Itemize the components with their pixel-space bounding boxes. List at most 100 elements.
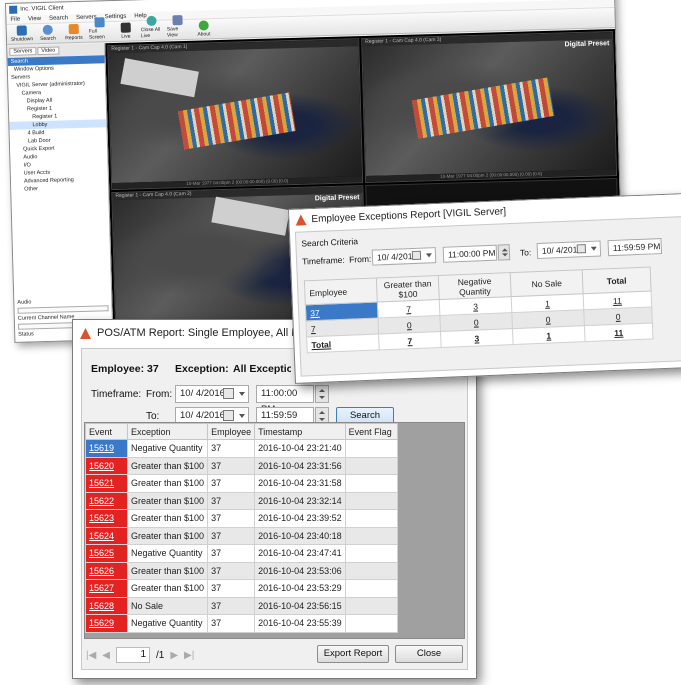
- audio-field[interactable]: [17, 305, 109, 314]
- event-id-link[interactable]: 15627: [85, 579, 128, 598]
- event-flag-cell[interactable]: [344, 526, 398, 545]
- calendar-icon[interactable]: [411, 250, 422, 261]
- camera-tile[interactable]: Register 1 - Cam Cap 4.0 (Cam 3) Digital…: [361, 31, 618, 184]
- event-flag-cell[interactable]: [344, 474, 398, 493]
- live-button[interactable]: Live: [115, 22, 137, 40]
- from-time-field[interactable]: 11:00:00 PM: [256, 385, 329, 415]
- employee-value: 37: [147, 363, 159, 375]
- event-flag-cell[interactable]: [344, 439, 398, 458]
- exception-cell: Greater than $100: [126, 491, 209, 510]
- event-id-link[interactable]: 15625: [85, 544, 128, 563]
- table-row[interactable]: 15620 Greater than $100 37 2016-10-04 23:31…: [85, 456, 398, 475]
- column-header[interactable]: Employee: [207, 423, 256, 440]
- previous-page-icon[interactable]: ◀: [102, 650, 110, 661]
- employee-link[interactable]: Total: [306, 333, 380, 353]
- column-header[interactable]: Total: [582, 267, 652, 294]
- menu-file[interactable]: File: [10, 16, 20, 24]
- tab-servers[interactable]: Servers: [9, 47, 37, 56]
- table-row[interactable]: 15625 Negative Quantity 37 2016-10-04 23:47…: [85, 544, 398, 563]
- first-page-icon[interactable]: |◀: [86, 650, 96, 661]
- main-window-title: Inc. VIGIL Client: [20, 5, 64, 13]
- event-flag-cell[interactable]: [344, 579, 398, 598]
- full-screen-button[interactable]: Full Screen: [88, 17, 111, 41]
- event-id-link[interactable]: 15620: [85, 456, 128, 475]
- save-view-button[interactable]: Save View: [166, 15, 189, 38]
- search-button[interactable]: Search: [37, 24, 59, 43]
- from-date-picker[interactable]: 10/ 4/2016: [371, 247, 437, 266]
- event-id-link[interactable]: 15623: [85, 509, 128, 528]
- page-number-input[interactable]: 1: [116, 647, 150, 663]
- event-id-link[interactable]: 15624: [85, 526, 128, 545]
- table-row[interactable]: 15628 No Sale 37 2016-10-04 23:56:15: [85, 596, 398, 615]
- save-view-icon: [172, 15, 183, 26]
- event-id-link[interactable]: 15626: [85, 561, 128, 580]
- chevron-down-icon[interactable]: [425, 253, 433, 258]
- to-date-picker[interactable]: 10/ 4/2016: [536, 240, 602, 260]
- table-row[interactable]: 15629 Negative Quantity 37 2016-10-04 23:55…: [85, 614, 398, 633]
- employee-cell: 37: [207, 491, 256, 510]
- event-id-link[interactable]: 15628: [85, 596, 128, 615]
- table-row[interactable]: 15621 Greater than $100 37 2016-10-04 23:31…: [85, 474, 398, 493]
- timestamp-cell: 2016-10-04 23:53:29: [254, 579, 346, 598]
- chevron-down-icon[interactable]: [239, 392, 245, 396]
- column-header[interactable]: Negative Quantity: [438, 272, 512, 300]
- last-page-icon[interactable]: ▶|: [184, 650, 194, 661]
- about-button[interactable]: About: [193, 20, 215, 38]
- chevron-down-icon[interactable]: [239, 414, 245, 418]
- close-all-live-button[interactable]: Close All Live: [140, 15, 163, 39]
- tab-video[interactable]: Video: [37, 46, 60, 56]
- count-link[interactable]: 3: [440, 328, 514, 348]
- column-header[interactable]: Exception: [126, 423, 209, 440]
- column-header[interactable]: No Sale: [510, 269, 584, 297]
- event-id-link[interactable]: 15621: [85, 474, 128, 493]
- count-link[interactable]: 11: [584, 322, 654, 342]
- camera-tile[interactable]: Register 1 - Cam Cap 4.0 (Cam 1) 10-Mar …: [107, 38, 364, 191]
- count-link[interactable]: 7: [378, 331, 442, 350]
- table-row[interactable]: 15626 Greater than $100 37 2016-10-04 23:53…: [85, 561, 398, 580]
- time-spinner[interactable]: [497, 244, 511, 261]
- menu-view[interactable]: View: [28, 15, 41, 23]
- table-row[interactable]: 15619 Negative Quantity 37 2016-10-04 23:21…: [85, 439, 398, 458]
- calendar-icon[interactable]: [576, 244, 587, 254]
- count-link[interactable]: 1: [512, 325, 586, 345]
- table-row[interactable]: 15622 Greater than $100 37 2016-10-04 23:32…: [85, 491, 398, 510]
- shutdown-button[interactable]: Shutdown: [11, 25, 33, 43]
- chevron-down-icon[interactable]: [590, 246, 597, 251]
- reports-button[interactable]: Reports: [63, 23, 85, 42]
- timestamp-cell: 2016-10-04 23:56:15: [254, 596, 346, 615]
- export-report-button[interactable]: Export Report: [317, 645, 389, 663]
- column-header[interactable]: Event: [85, 423, 128, 440]
- table-row[interactable]: 15624 Greater than $100 37 2016-10-04 23:40…: [85, 526, 398, 545]
- next-page-icon[interactable]: ▶: [170, 650, 178, 661]
- from-time-field[interactable]: 11:00:00 PM: [442, 244, 511, 263]
- event-flag-cell[interactable]: [344, 456, 398, 475]
- menu-search[interactable]: Search: [49, 14, 68, 23]
- column-header[interactable]: Employee: [304, 278, 378, 305]
- camera-video-feed: [108, 46, 362, 184]
- calendar-icon[interactable]: [223, 410, 234, 421]
- event-flag-cell[interactable]: [344, 596, 398, 615]
- close-button[interactable]: Close: [395, 645, 463, 663]
- event-id-link[interactable]: 15619: [85, 439, 128, 458]
- pos-dialog-title: POS/ATM Report: Single Employee, All Exc…: [97, 327, 322, 339]
- timestamp-cell: 2016-10-04 23:55:39: [254, 614, 346, 633]
- event-flag-cell[interactable]: [344, 544, 398, 563]
- column-header[interactable]: Greater than $100: [376, 275, 440, 302]
- event-flag-cell[interactable]: [344, 614, 398, 633]
- calendar-icon[interactable]: [223, 388, 234, 399]
- tree-item[interactable]: Other: [11, 183, 108, 194]
- event-flag-cell[interactable]: [344, 491, 398, 510]
- time-spinner[interactable]: [315, 385, 329, 403]
- table-row[interactable]: 15623 Greater than $100 37 2016-10-04 23:39…: [85, 509, 398, 528]
- to-time-field[interactable]: 11:59:59 PM: [607, 238, 663, 257]
- event-id-link[interactable]: 15622: [85, 491, 128, 510]
- event-id-link[interactable]: 15629: [85, 614, 128, 633]
- table-row[interactable]: 15627 Greater than $100 37 2016-10-04 23:53…: [85, 579, 398, 598]
- sidebar: Servers Video Search Window Options Serv…: [7, 43, 114, 342]
- from-date-picker[interactable]: 10/ 4/2016: [175, 385, 249, 403]
- column-header[interactable]: Event Flag: [344, 423, 398, 440]
- event-flag-cell[interactable]: [344, 509, 398, 528]
- exception-cell: Greater than $100: [126, 456, 209, 475]
- event-flag-cell[interactable]: [344, 561, 398, 580]
- column-header[interactable]: Timestamp: [254, 423, 346, 440]
